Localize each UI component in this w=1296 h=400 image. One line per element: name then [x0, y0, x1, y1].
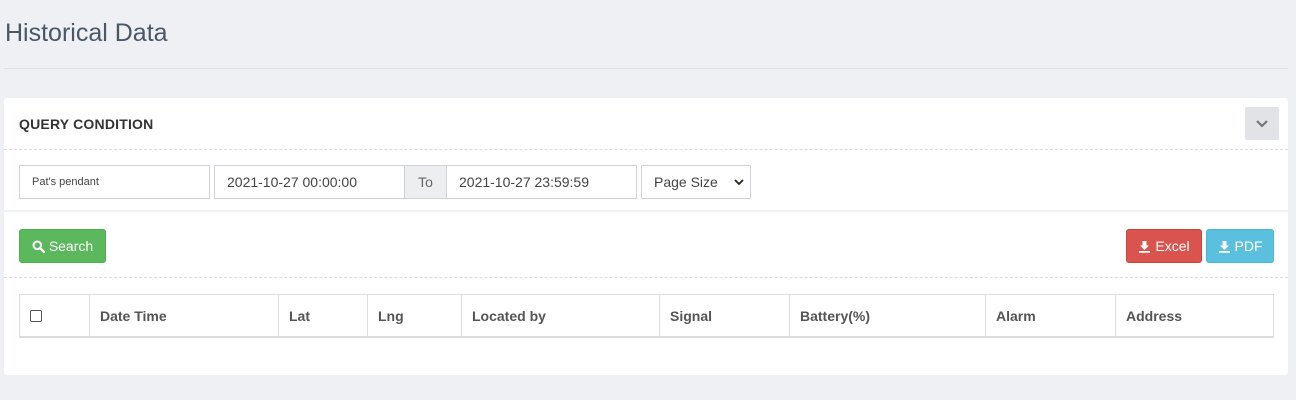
select-all-checkbox[interactable] [30, 309, 42, 322]
select-all-cell [20, 295, 90, 336]
search-label: Search [48, 238, 94, 254]
column-header[interactable]: Lat [279, 295, 368, 336]
column-header[interactable]: Date Time [90, 295, 279, 336]
start-time-field[interactable]: 2021-10-27 00:00:00 [214, 165, 405, 199]
pdf-label: PDF [1234, 238, 1263, 254]
page-size-select[interactable]: Page Size [641, 165, 751, 199]
pdf-button[interactable]: PDF [1206, 229, 1274, 263]
excel-label: Excel [1155, 238, 1190, 254]
column-header[interactable]: Alarm [986, 295, 1116, 336]
to-label: To [404, 165, 447, 199]
query-row: Pat's pendant 2021-10-27 00:00:00 To 202… [4, 151, 1288, 210]
column-header[interactable]: Located by [462, 295, 660, 336]
collapse-button[interactable] [1245, 107, 1279, 140]
page-title: Historical Data [5, 19, 168, 47]
query-card: QUERY CONDITION Pat's pendant 2021-10-27… [4, 98, 1288, 375]
search-icon [32, 240, 45, 253]
title-divider [4, 68, 1288, 69]
search-button[interactable]: Search [19, 229, 106, 263]
device-field[interactable]: Pat's pendant [19, 165, 210, 199]
card-title: QUERY CONDITION [19, 116, 154, 132]
column-header[interactable]: Signal [660, 295, 790, 336]
chevron-down-icon [734, 179, 744, 186]
download-icon [1139, 240, 1151, 253]
table-header-row: Date Time Lat Lng Located by Signal Batt… [20, 295, 1273, 336]
page-size-value: Page Size [654, 174, 718, 190]
chevron-down-icon [1256, 119, 1268, 128]
download-icon [1218, 240, 1230, 253]
column-header[interactable]: Lng [368, 295, 462, 336]
action-row: Search Excel PDF [4, 212, 1288, 278]
excel-button[interactable]: Excel [1126, 229, 1202, 263]
card-header: QUERY CONDITION [4, 98, 1288, 150]
end-time-field[interactable]: 2021-10-27 23:59:59 [446, 165, 637, 199]
column-header[interactable]: Battery(%) [790, 295, 986, 336]
column-header[interactable]: Address [1116, 295, 1273, 336]
history-table: Date Time Lat Lng Located by Signal Batt… [19, 294, 1274, 338]
